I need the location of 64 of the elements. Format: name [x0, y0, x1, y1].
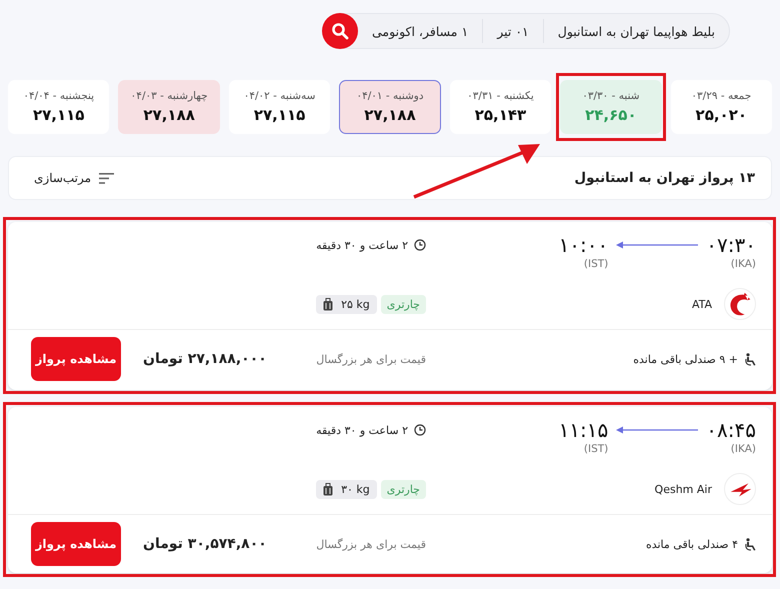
date-card[interactable]: یکشنبه - ۰۳/۳۱ ۲۵,۱۴۳ — [450, 80, 552, 134]
airline-name: ATA — [692, 298, 712, 310]
date-label: یکشنبه - ۰۳/۳۱ — [467, 90, 534, 102]
search-bar[interactable]: بلیط هواپیما تهران به استانبول ۰۱ تیر ۱ مسافر، اکونومی — [322, 13, 730, 49]
seat-icon — [745, 352, 756, 366]
airline-logo — [724, 288, 756, 320]
arrival-time: ۱۰:۰۰ — [558, 232, 608, 258]
flight-price: ۳۰,۵۷۴,۸۰۰ تومان — [143, 536, 267, 552]
clock-icon — [414, 239, 426, 251]
date-price: ۲۷,۱۸۸ — [364, 106, 416, 124]
duration-text: ۲ ساعت و ۳۰ دقیقه — [316, 238, 408, 252]
departure-time: ۰۸:۴۵ — [706, 417, 756, 443]
airport-code: (IKA) — [730, 258, 756, 270]
date-card[interactable]: جمعه - ۰۳/۲۹ ۲۵,۰۲۰ — [670, 80, 772, 134]
date-card[interactable]: پنجشنبه - ۰۴/۰۴ ۲۷,۱۱۵ — [8, 80, 110, 134]
airline-logo — [724, 473, 756, 505]
charter-tag: چارتری — [380, 294, 426, 314]
clock-icon — [414, 424, 426, 436]
flight-price: ۲۷,۱۸۸,۰۰۰ تومان — [143, 351, 267, 367]
luggage-icon — [323, 298, 334, 310]
date-card[interactable]: دوشنبه - ۰۴/۰۱ ۲۷,۱۸۸ — [339, 80, 441, 134]
date-price: ۲۴,۶۵۰ — [585, 106, 637, 124]
arrow-icon — [616, 241, 698, 249]
date-text: ۰۱ تیر — [497, 24, 529, 38]
airport-code: (IST) — [584, 443, 608, 455]
date-price: ۲۵,۰۲۰ — [696, 106, 748, 124]
date-label: پنجشنبه - ۰۴/۰۴ — [23, 90, 94, 102]
route-text: بلیط هواپیما تهران به استانبول — [558, 24, 715, 38]
seats-text: ۴ صندلی باقی مانده — [646, 538, 738, 550]
departure-time: ۰۷:۳۰ — [706, 232, 756, 258]
price-note: قیمت برای هر بزرگسال — [316, 352, 426, 366]
date-price: ۲۷,۱۱۵ — [254, 106, 306, 124]
sort-icon — [99, 172, 114, 184]
price-note: قیمت برای هر بزرگسال — [316, 538, 426, 550]
date-label: جمعه - ۰۳/۲۹ — [691, 90, 752, 102]
date-price: ۲۵,۱۴۳ — [474, 106, 526, 124]
date-label: شنبه - ۰۳/۳۰ — [582, 90, 640, 102]
airport-code: (IST) — [584, 258, 608, 270]
luggage-icon — [323, 482, 334, 496]
date-label: چهارشنبه - ۰۴/۰۳ — [130, 90, 208, 102]
airport-code: (IKA) — [730, 443, 756, 455]
arrival-time: ۱۱:۱۵ — [558, 417, 608, 443]
results-title: ۱۳ پرواز تهران به استانبول — [574, 170, 755, 186]
date-label: سه‌شنبه - ۰۴/۰۲ — [244, 90, 316, 102]
charter-tag: چارتری — [380, 480, 426, 498]
passengers-text: ۱ مسافر، اکونومی — [372, 24, 468, 38]
sort-button[interactable]: مرتب‌سازی — [34, 171, 114, 185]
airline-name: Qeshm Air — [654, 482, 712, 496]
duration-text: ۲ ساعت و ۳۰ دقیقه — [316, 424, 408, 436]
arrow-icon — [616, 426, 698, 434]
date-price: ۲۷,۱۱۵ — [32, 106, 84, 124]
date-card[interactable]: سه‌شنبه - ۰۴/۰۲ ۲۷,۱۱۵ — [228, 80, 330, 134]
baggage-tag: ۳۰ kg — [316, 480, 377, 498]
view-flight-button[interactable]: مشاهده پرواز — [31, 337, 121, 381]
date-card[interactable]: شنبه - ۰۳/۳۰ ۲۴,۶۵۰ — [560, 80, 662, 134]
date-price: ۲۷,۱۸۸ — [143, 106, 195, 124]
seat-icon — [745, 538, 756, 550]
baggage-tag: ۲۵ kg — [316, 294, 377, 314]
search-icon — [331, 22, 350, 40]
date-label: دوشنبه - ۰۴/۰۱ — [356, 90, 424, 102]
view-flight-button[interactable]: مشاهده پرواز — [31, 522, 121, 566]
search-button[interactable] — [322, 13, 358, 49]
seats-text: + ۹ صندلی باقی مانده — [633, 352, 738, 366]
date-card[interactable]: چهارشنبه - ۰۴/۰۳ ۲۷,۱۸۸ — [118, 80, 220, 134]
